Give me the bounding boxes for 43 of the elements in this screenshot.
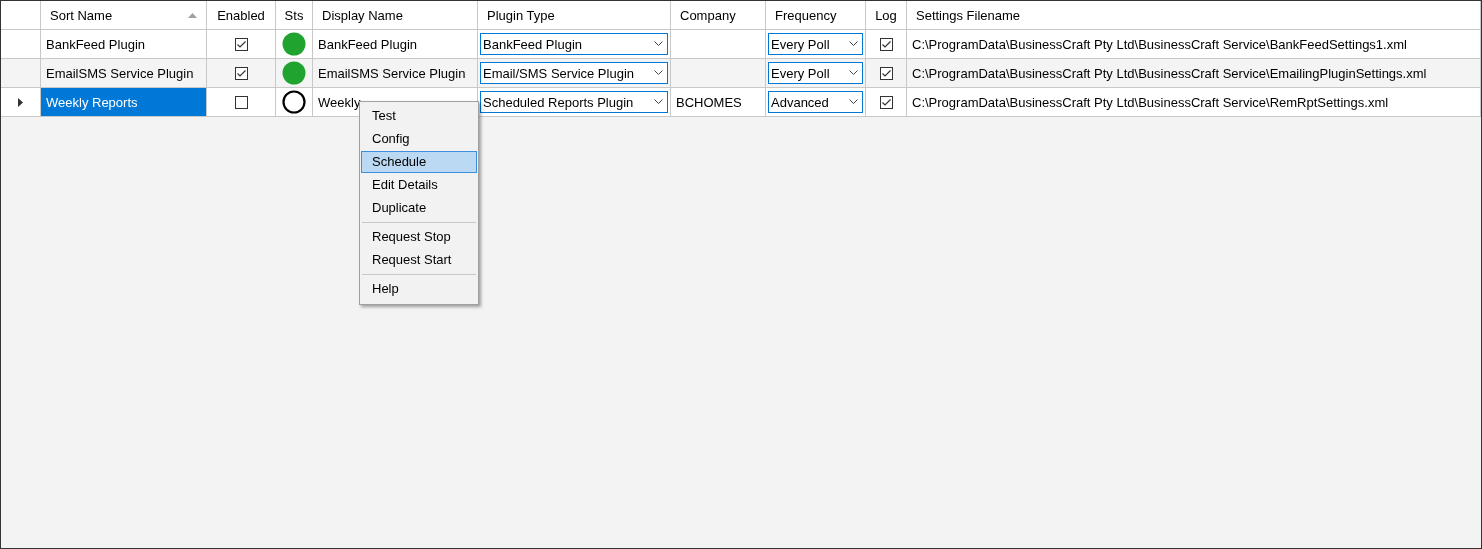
chevron-down-icon xyxy=(654,41,663,47)
table-cell: BCHOMES xyxy=(676,94,742,110)
column-header[interactable]: Company xyxy=(671,1,766,29)
checkbox[interactable] xyxy=(879,37,893,51)
column-header[interactable]: Sts xyxy=(276,1,313,29)
chevron-down-icon xyxy=(849,41,858,47)
plugin-type-dropdown[interactable]: BankFeed Plugin xyxy=(480,33,668,55)
plugin-type-dropdown[interactable]: Email/SMS Service Plugin xyxy=(480,62,668,84)
chevron-down-icon xyxy=(654,70,663,76)
checkbox[interactable] xyxy=(879,95,893,109)
table-cell[interactable]: Weekly Reports xyxy=(41,88,207,116)
table-cell[interactable]: BankFeed Plugin xyxy=(41,30,207,58)
checkbox[interactable] xyxy=(234,95,248,109)
menu-item[interactable]: Duplicate xyxy=(361,197,477,219)
menu-item[interactable]: Config xyxy=(361,128,477,150)
table-cell: C:\ProgramData\BusinessCraft Pty Ltd\BusinessCraft Service\RemRptSettings.xml xyxy=(907,88,1481,116)
frequency-dropdown[interactable]: Every Poll xyxy=(768,33,863,55)
table-cell[interactable]: EmailSMS Service Plugin xyxy=(41,59,207,87)
column-header[interactable]: Plugin Type xyxy=(478,1,671,29)
menu-item[interactable]: Help xyxy=(361,278,477,300)
frequency-dropdown[interactable]: Every Poll xyxy=(768,62,863,84)
table-cell: C:\ProgramData\BusinessCraft Pty Ltd\BusinessCraft Service\BankFeedSettings1.xml xyxy=(907,30,1481,58)
menu-item[interactable]: Request Stop xyxy=(361,226,477,248)
chevron-down-icon xyxy=(849,99,858,105)
chevron-down-icon xyxy=(849,70,858,76)
column-header[interactable]: Log xyxy=(866,1,907,29)
column-header[interactable]: Settings Filename xyxy=(907,1,1481,29)
column-header[interactable]: Frequency xyxy=(766,1,866,29)
menu-item[interactable]: Schedule xyxy=(361,151,477,173)
checkbox[interactable] xyxy=(234,37,248,51)
checkbox[interactable] xyxy=(234,66,248,80)
menu-item[interactable]: Request Start xyxy=(361,249,477,271)
frequency-dropdown[interactable]: Advanced xyxy=(768,91,863,113)
menu-item[interactable]: Edit Details xyxy=(361,174,477,196)
column-header[interactable]: Sort Name xyxy=(41,1,207,29)
column-header[interactable]: Enabled xyxy=(207,1,276,29)
table-cell: C:\ProgramData\BusinessCraft Pty Ltd\BusinessCraft Service\EmailingPluginSettings.xml xyxy=(907,59,1481,87)
checkbox[interactable] xyxy=(879,66,893,80)
column-header[interactable]: Display Name xyxy=(313,1,478,29)
chevron-down-icon xyxy=(654,99,663,105)
table-cell: EmailSMS Service Plugin xyxy=(313,59,478,87)
table-cell: BankFeed Plugin xyxy=(313,30,478,58)
plugin-type-dropdown[interactable]: Scheduled Reports Plugin xyxy=(480,91,668,113)
